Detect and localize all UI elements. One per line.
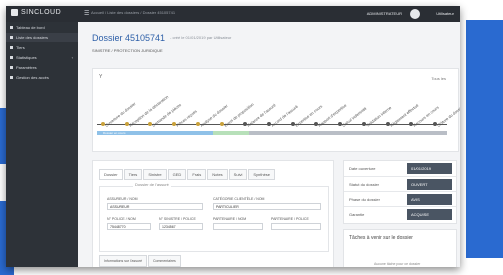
tab-tiers[interactable]: Tiers bbox=[123, 169, 143, 180]
status-card: Date ouverture 01/01/2019 Statut du doss… bbox=[343, 160, 457, 224]
partner-policy-label: PARTENAIRE / POLICE bbox=[271, 217, 309, 221]
main-content: Dossier 45105741 - créé le 01/01/2019 pa… bbox=[78, 22, 460, 267]
status-badge: AVIS bbox=[407, 194, 452, 205]
sidebar-item-label: Tableau de bord bbox=[16, 25, 45, 30]
avatar[interactable] bbox=[410, 9, 420, 19]
status-label: Garantie bbox=[349, 212, 365, 217]
app-logo[interactable]: SINCLOUD bbox=[11, 9, 61, 16]
top-bar: SINCLOUD ☰ Accueil / Liste des dossiers … bbox=[6, 6, 460, 22]
sidebar-item-files[interactable]: Liste des dossiers bbox=[6, 33, 78, 42]
category-label: CATÉGORIE CLIENTÈLE / NOM bbox=[213, 197, 265, 201]
filter-icon[interactable]: Y bbox=[99, 74, 102, 80]
page-description: SINISTRE / PROTECTION JURIDIQUE bbox=[92, 48, 163, 53]
timeline-card: Y Tous les Ouverture du dossier Réception… bbox=[92, 68, 460, 152]
subtab-insured-info[interactable]: Informations sur l'assuré bbox=[99, 255, 148, 267]
tab-ged[interactable]: GED bbox=[167, 169, 187, 180]
partner-input[interactable] bbox=[213, 223, 263, 230]
status-badge: OUVERT bbox=[407, 179, 452, 190]
app-window: SINCLOUD ☰ Accueil / Liste des dossiers … bbox=[6, 6, 460, 267]
sidebar-item-third-parties[interactable]: Tiers bbox=[6, 43, 78, 52]
status-row: Date ouverture 01/01/2019 bbox=[344, 161, 456, 176]
users-icon bbox=[10, 46, 13, 49]
gear-icon bbox=[10, 66, 13, 69]
tab-frais[interactable]: Frais bbox=[187, 169, 207, 180]
sidebar: Tableau de bord Liste des dossiers Tiers… bbox=[6, 22, 78, 267]
status-label: Statut du dossier bbox=[349, 182, 380, 187]
status-row: Phase du dossier AVIS bbox=[344, 191, 456, 207]
sidebar-item-label: Statistiques bbox=[16, 55, 37, 60]
policy-label: N° POLICE / NOM bbox=[107, 217, 136, 221]
chart-icon bbox=[10, 56, 13, 59]
menu-icon[interactable]: ☰ bbox=[84, 10, 89, 17]
status-badge: ACQUISE bbox=[407, 209, 452, 220]
info-subtabs: Informations sur l'assuré Commentaires bbox=[99, 255, 182, 267]
sidebar-item-access[interactable]: Gestion des accès bbox=[6, 73, 78, 82]
page-title: Dossier 45105741 bbox=[92, 33, 166, 43]
status-row: Garantie ACQUISE bbox=[344, 206, 456, 222]
folder-icon bbox=[10, 36, 13, 39]
details-tabs: Dossier Tiers Sinistre GED Frais Notes S… bbox=[99, 169, 276, 180]
user-menu[interactable]: Utilisateur bbox=[436, 11, 454, 16]
status-label: Date ouverture bbox=[349, 166, 376, 171]
partner-policy-input[interactable] bbox=[271, 223, 321, 230]
timeline-todo-bar bbox=[249, 131, 447, 135]
brand-name: SINCLOUD bbox=[21, 9, 62, 16]
claim-label: N° SINISTRE / POLICE bbox=[159, 217, 196, 221]
status-row: Statut du dossier OUVERT bbox=[344, 176, 456, 192]
timeline-progress-bar bbox=[213, 131, 249, 135]
partner-label: PARTENAIRE / NOM bbox=[213, 217, 247, 221]
sidebar-item-label: Tiers bbox=[16, 45, 25, 50]
tasks-title: Tâches à venir sur le dossier bbox=[349, 235, 413, 241]
tab-suivi[interactable]: Suivi bbox=[228, 169, 248, 180]
insurer-select[interactable]: ASSUREUR bbox=[107, 203, 203, 210]
sidebar-item-statistics[interactable]: Statistiques ‹ bbox=[6, 53, 78, 62]
insurer-label: ASSUREUR / NOM bbox=[107, 197, 138, 201]
sidebar-item-dashboard[interactable]: Tableau de bord bbox=[6, 23, 78, 32]
chevron-right-icon: ‹ bbox=[71, 55, 73, 60]
policy-input[interactable]: 75448770 bbox=[107, 223, 151, 230]
tab-synthese[interactable]: Synthèse bbox=[248, 169, 276, 180]
details-card: Dossier Tiers Sinistre GED Frais Notes S… bbox=[92, 160, 334, 267]
claim-input[interactable]: 1234567 bbox=[159, 223, 203, 230]
category-select[interactable]: PARTICULIER bbox=[213, 203, 321, 210]
dashboard-icon bbox=[10, 26, 13, 29]
tab-dossier[interactable]: Dossier bbox=[99, 169, 123, 180]
subtab-comments[interactable]: Commentaires bbox=[148, 255, 181, 267]
tasks-card: Tâches à venir sur le dossier Aucune tâc… bbox=[343, 229, 457, 267]
lock-icon bbox=[10, 76, 13, 79]
sidebar-item-settings[interactable]: Paramètres bbox=[6, 63, 78, 72]
sidebar-item-label: Gestion des accès bbox=[16, 75, 49, 80]
sidebar-item-label: Paramètres bbox=[16, 65, 37, 70]
breadcrumb: Accueil / Liste des dossiers / Dossier 4… bbox=[91, 10, 176, 15]
decorative-accent-right bbox=[466, 20, 503, 258]
status-badge: 01/01/2019 bbox=[407, 163, 452, 174]
timeline-step-label: Pièces reçues bbox=[175, 108, 199, 128]
logo-mark-icon bbox=[11, 9, 18, 16]
tab-notes[interactable]: Notes bbox=[207, 169, 228, 180]
status-label: Phase du dossier bbox=[349, 197, 380, 202]
sidebar-item-label: Liste des dossiers bbox=[16, 35, 49, 40]
fieldset-legend: Dossier de l'assuré bbox=[133, 182, 171, 187]
tasks-empty-message: Aucune tâche pour ce dossier bbox=[374, 262, 421, 266]
page-subtitle: - créé le 01/01/2019 par Utilisateur bbox=[170, 35, 232, 40]
timeline-bar-label: Dossier en cours bbox=[103, 131, 126, 135]
user-role: ADMINISTRATEUR bbox=[366, 11, 402, 16]
timeline-filter-label[interactable]: Tous les bbox=[431, 76, 446, 81]
tab-sinistre[interactable]: Sinistre bbox=[143, 169, 167, 180]
